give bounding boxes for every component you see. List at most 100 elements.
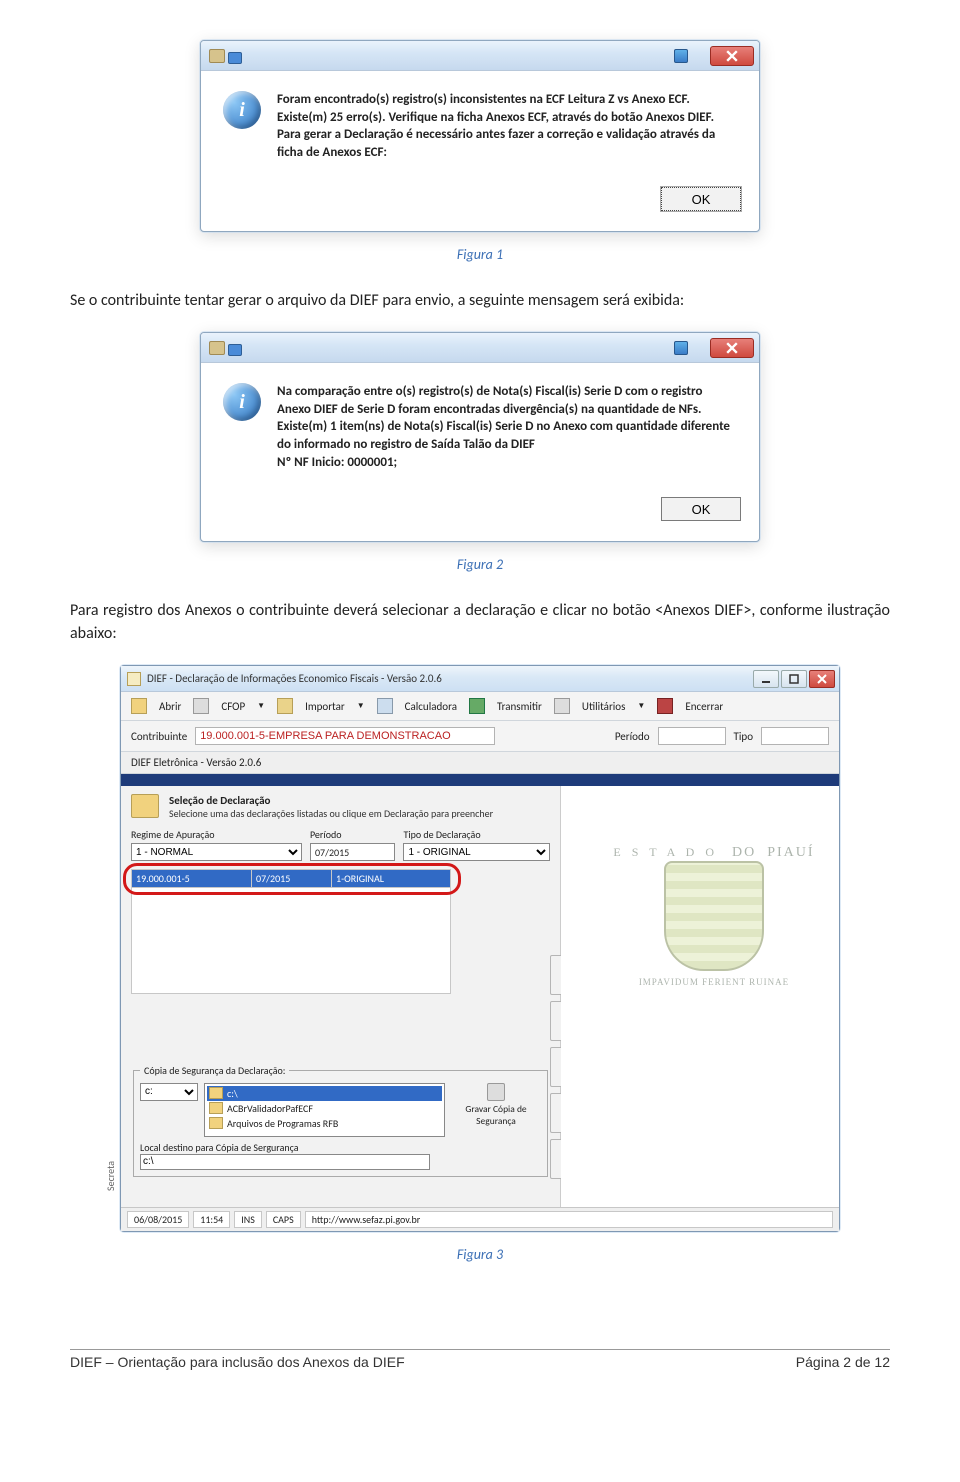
info-icon: i xyxy=(223,91,261,129)
selection-subtitle: Selecione uma das declarações listadas o… xyxy=(169,807,493,820)
folder-list[interactable]: c:\ ACBrValidadorPafECF Arquivos de Prog… xyxy=(204,1083,445,1137)
toolbar-calculadora[interactable]: Calculadora xyxy=(405,700,457,713)
dropdown-icon[interactable]: ▼ xyxy=(357,701,365,711)
folder-item: ACBrValidadorPafECF xyxy=(207,1101,442,1116)
tipo-filter-label: Tipo de Declaração xyxy=(403,828,550,841)
dialog-titlebar xyxy=(201,41,759,71)
figure-caption-1: Figura 1 xyxy=(70,246,890,263)
calculator-icon xyxy=(377,698,393,714)
dropdown-icon[interactable]: ▼ xyxy=(637,701,645,711)
ok-button[interactable]: OK xyxy=(661,187,741,211)
dialog-message: Foram encontrado(s) registro(s) inconsis… xyxy=(277,91,737,161)
dest-input[interactable] xyxy=(140,1154,430,1170)
grid-empty-area xyxy=(131,888,451,994)
grid-cell-tipo[interactable]: 1-ORIGINAL xyxy=(332,869,451,887)
shield-icon xyxy=(664,861,764,971)
document-icon xyxy=(127,672,141,686)
button-label: Gravar Cópia de Segurança xyxy=(451,1103,541,1127)
dialog-line: Existe(m) 25 erro(s). Verifique na ficha… xyxy=(277,109,737,127)
periodo-filter-label: Período xyxy=(310,828,395,841)
dief-app-window: DIEF - Declaração de Informações Economi… xyxy=(120,665,840,1232)
status-ins: INS xyxy=(234,1211,262,1228)
state-seal-watermark: E S T A D O DO PIAUÍ IMPAVIDUM FERIENT R… xyxy=(599,806,829,1026)
dialog-line: Foram encontrado(s) registro(s) inconsis… xyxy=(277,91,737,109)
tipo-input[interactable] xyxy=(761,727,829,745)
folder-icon xyxy=(209,49,225,63)
folder-icon xyxy=(209,1117,223,1129)
tipo-select[interactable]: 1 - ORIGINAL xyxy=(403,843,550,861)
periodo-filter-input[interactable]: 07/2015 xyxy=(310,843,395,861)
toolbar-utilitarios[interactable]: Utilitários xyxy=(582,700,626,713)
footer-left: DIEF – Orientação para inclusão dos Anex… xyxy=(70,1354,405,1370)
dialog-line: Nº NF Inicio: 0000001; xyxy=(277,454,737,472)
folder-item: Arquivos de Programas RFB xyxy=(207,1116,442,1131)
print-icon[interactable] xyxy=(193,698,209,714)
side-tab-text: Secreta xyxy=(104,1161,117,1191)
dialog-titlebar xyxy=(201,333,759,363)
regime-label: Regime de Apuração xyxy=(131,828,302,841)
regime-select[interactable]: 1 - NORMAL xyxy=(131,843,302,861)
page-footer: DIEF – Orientação para inclusão dos Anex… xyxy=(70,1349,890,1370)
folder-item-root: c:\ xyxy=(207,1086,442,1101)
folder-icon xyxy=(209,1102,223,1114)
status-time: 11:54 xyxy=(193,1211,230,1228)
selection-title: Seleção de Declaração xyxy=(169,794,493,807)
toolbar-encerrar[interactable]: Encerrar xyxy=(685,700,723,713)
dialog-line: Na comparação entre o(s) registro(s) de … xyxy=(277,383,737,418)
close-button[interactable] xyxy=(710,46,754,66)
periodo-input[interactable] xyxy=(658,727,726,745)
dialog-ecf-inconsistentes: i Foram encontrado(s) registro(s) incons… xyxy=(200,40,760,232)
contribuinte-label: Contribuinte xyxy=(131,730,187,743)
contribuinte-input[interactable] xyxy=(195,727,495,745)
toolbar-transmitir[interactable]: Transmitir xyxy=(497,700,542,713)
drive-select[interactable]: c: xyxy=(140,1083,198,1101)
status-bar: 06/08/2015 11:54 INS CAPS http://www.sef… xyxy=(121,1207,839,1231)
save-icon xyxy=(487,1083,505,1101)
periodo-label: Período xyxy=(615,730,650,743)
minimize-button[interactable] xyxy=(753,670,779,688)
app-toolbar: Abrir CFOP ▼ Importar ▼ Calculadora Tran… xyxy=(121,692,839,721)
toolbar-abrir[interactable]: Abrir xyxy=(159,700,181,713)
footer-right: Página 2 de 12 xyxy=(796,1354,890,1370)
body-paragraph-1: Se o contribuinte tentar gerar o arquivo… xyxy=(70,289,890,312)
folder-open-icon xyxy=(131,794,159,818)
copia-legend: Cópia de Segurança da Declaração: xyxy=(140,1064,289,1077)
grid-cell-inscricao[interactable]: 19.000.001-5 xyxy=(132,869,252,887)
subheader: DIEF Eletrônica - Versão 2.0.6 xyxy=(121,752,839,774)
maximize-button[interactable] xyxy=(781,670,807,688)
open-icon xyxy=(131,698,147,714)
app-titlebar: DIEF - Declaração de Informações Economi… xyxy=(121,666,839,692)
close-button[interactable] xyxy=(809,670,835,688)
contribuinte-row: Contribuinte Período Tipo xyxy=(121,721,839,752)
status-caps: CAPS xyxy=(266,1211,301,1228)
dialog-divergencia-nf: i Na comparação entre o(s) registro(s) d… xyxy=(200,332,760,542)
close-button[interactable] xyxy=(710,338,754,358)
dialog-message: Na comparação entre o(s) registro(s) de … xyxy=(277,383,737,471)
dialog-line: Para gerar a Declaração é necessário ant… xyxy=(277,126,737,161)
blue-band xyxy=(121,774,839,786)
ok-button[interactable]: OK xyxy=(661,497,741,521)
app-title-text: DIEF - Declaração de Informações Economi… xyxy=(147,672,442,685)
gravar-copia-button[interactable]: Gravar Cópia de Segurança xyxy=(451,1103,541,1127)
util-icon xyxy=(554,698,570,714)
toolbar-importar[interactable]: Importar xyxy=(305,700,345,713)
status-url: http://www.sefaz.pi.gov.br xyxy=(305,1211,833,1228)
exit-icon xyxy=(657,698,673,714)
dropdown-icon[interactable]: ▼ xyxy=(257,701,265,711)
folder-icon xyxy=(209,1087,223,1099)
grid-cell-periodo[interactable]: 07/2015 xyxy=(252,869,332,887)
book-icon xyxy=(277,698,293,714)
body-paragraph-2: Para registro dos Anexos o contribuinte … xyxy=(70,599,890,645)
status-date: 06/08/2015 xyxy=(127,1211,189,1228)
folder-icon xyxy=(209,341,225,355)
toolbar-cfop[interactable]: CFOP xyxy=(221,700,245,713)
declarations-grid[interactable]: InscriçãoPeríodoTipo Declaração 19.000.0… xyxy=(131,869,451,888)
info-icon: i xyxy=(223,383,261,421)
dialog-line: Existe(m) 1 item(ns) de Nota(s) Fiscal(i… xyxy=(277,418,737,453)
app-icon xyxy=(674,341,688,355)
transmit-icon xyxy=(469,698,485,714)
figure-caption-2: Figura 2 xyxy=(70,556,890,573)
app-icon xyxy=(674,49,688,63)
dest-label: Local destino para Cópia de Sergurança xyxy=(140,1141,541,1154)
copia-seguranca-fieldset: Cópia de Segurança da Declaração: c: c:\… xyxy=(133,1064,548,1177)
